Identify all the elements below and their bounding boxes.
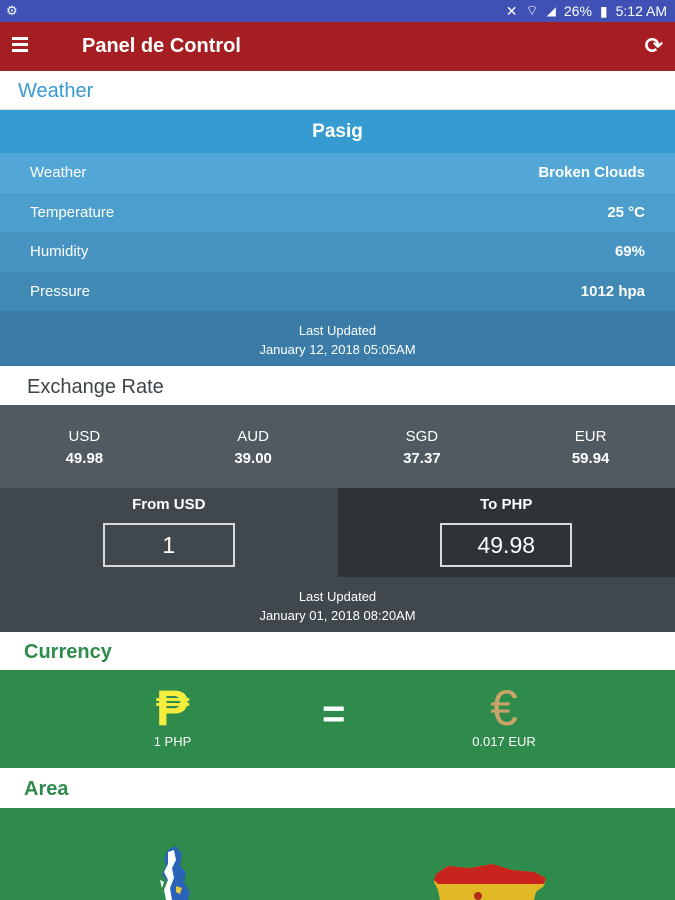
rate-code: AUD [237, 428, 269, 445]
converter-from: From USD 1 [0, 488, 338, 577]
app-title: Panel de Control [82, 35, 241, 57]
weather-card: Pasig Weather Broken Clouds Temperature … [0, 110, 675, 366]
rate-value: 59.94 [571, 450, 610, 467]
area-section-title: Area [0, 768, 675, 808]
euro-icon: € [490, 680, 518, 736]
weather-row-value: 25 °C [607, 203, 645, 221]
exchange-updated-label: Last Updated [298, 589, 377, 604]
to-label: To PHP [480, 496, 533, 513]
weather-row-label: Weather [30, 164, 87, 182]
weather-city: Pasig [0, 110, 675, 153]
peso-label: 1 PHP [153, 734, 192, 749]
clock: 5:12 AM [615, 3, 667, 19]
rate-value: 49.98 [65, 450, 104, 467]
exchange-rates: USD 49.98 AUD 39.00 SGD 37.37 EUR 59.94 [0, 405, 675, 488]
signal-icon: ◢ [546, 4, 556, 18]
rate-item: EUR 59.94 [506, 405, 675, 488]
weather-updated-value: January 12, 2018 05:05AM [259, 342, 416, 357]
weather-row-label: Temperature [30, 203, 115, 221]
weather-row-label: Humidity [30, 243, 89, 261]
rate-value: 37.37 [403, 450, 441, 467]
app-bar: Panel de Control ⟳ [0, 22, 675, 71]
currency-converter: From USD 1 To PHP 49.98 [0, 488, 675, 577]
from-label: From USD [132, 496, 206, 513]
rate-item: SGD 37.37 [338, 405, 507, 488]
equals-sign: = [322, 692, 346, 736]
from-amount-input[interactable]: 1 [102, 523, 235, 567]
weather-row-value: 1012 hpa [580, 282, 645, 300]
exchange-section-title: Exchange Rate [0, 366, 675, 405]
spain-map-icon [434, 864, 546, 900]
status-bar: ⚙ ✕ ⌔ ◢ 26% ▮ 5:12 AM [0, 0, 675, 22]
currency-section-title: Currency [0, 632, 675, 670]
area-card [0, 808, 675, 900]
weather-row: Pressure 1012 hpa [0, 271, 675, 311]
peso-icon: ₱ [155, 680, 190, 736]
menu-icon[interactable] [12, 37, 28, 52]
weather-row-label: Pressure [30, 282, 91, 300]
weather-row-value: 69% [614, 243, 645, 261]
weather-updated-label: Last Updated [298, 323, 377, 338]
wifi-icon: ⌔ [525, 2, 539, 18]
weather-section-title: Weather [0, 71, 675, 110]
exchange-last-updated: Last Updated January 01, 2018 08:20AM [0, 577, 675, 632]
rate-code: USD [68, 428, 101, 445]
weather-row: Temperature 25 °C [0, 192, 675, 232]
status-icons: ✕ ⌔ ◢ 26% ▮ 5:12 AM [506, 2, 667, 20]
app-notification-icon: ⚙ [6, 3, 18, 18]
battery-percent: 26% [563, 3, 592, 19]
rate-item: AUD 39.00 [169, 405, 338, 488]
refresh-icon[interactable]: ⟳ [645, 33, 663, 59]
area-maps [160, 846, 546, 900]
euro-block: € 0.017 EUR [460, 682, 548, 749]
converter-to: To PHP 49.98 [337, 488, 675, 577]
battery-icon: ▮ [599, 2, 608, 19]
currency-card: ₱ 1 PHP = € 0.017 EUR [0, 670, 675, 768]
rate-code: SGD [405, 428, 439, 445]
euro-label: 0.017 EUR [472, 734, 536, 749]
to-amount-output: 49.98 [440, 523, 573, 567]
weather-row-value: Broken Clouds [538, 164, 645, 182]
peso-block: ₱ 1 PHP [130, 682, 215, 749]
rate-value: 39.00 [234, 450, 272, 467]
rate-code: EUR [574, 428, 607, 445]
philippines-map-icon [160, 846, 190, 900]
mute-icon: ✕ [505, 2, 518, 19]
weather-last-updated: Last Updated January 12, 2018 05:05AM [0, 311, 675, 366]
weather-row: Humidity 69% [0, 232, 675, 272]
weather-row: Weather Broken Clouds [0, 153, 675, 193]
exchange-updated-value: January 01, 2018 08:20AM [259, 608, 416, 623]
rate-item: USD 49.98 [0, 405, 169, 488]
